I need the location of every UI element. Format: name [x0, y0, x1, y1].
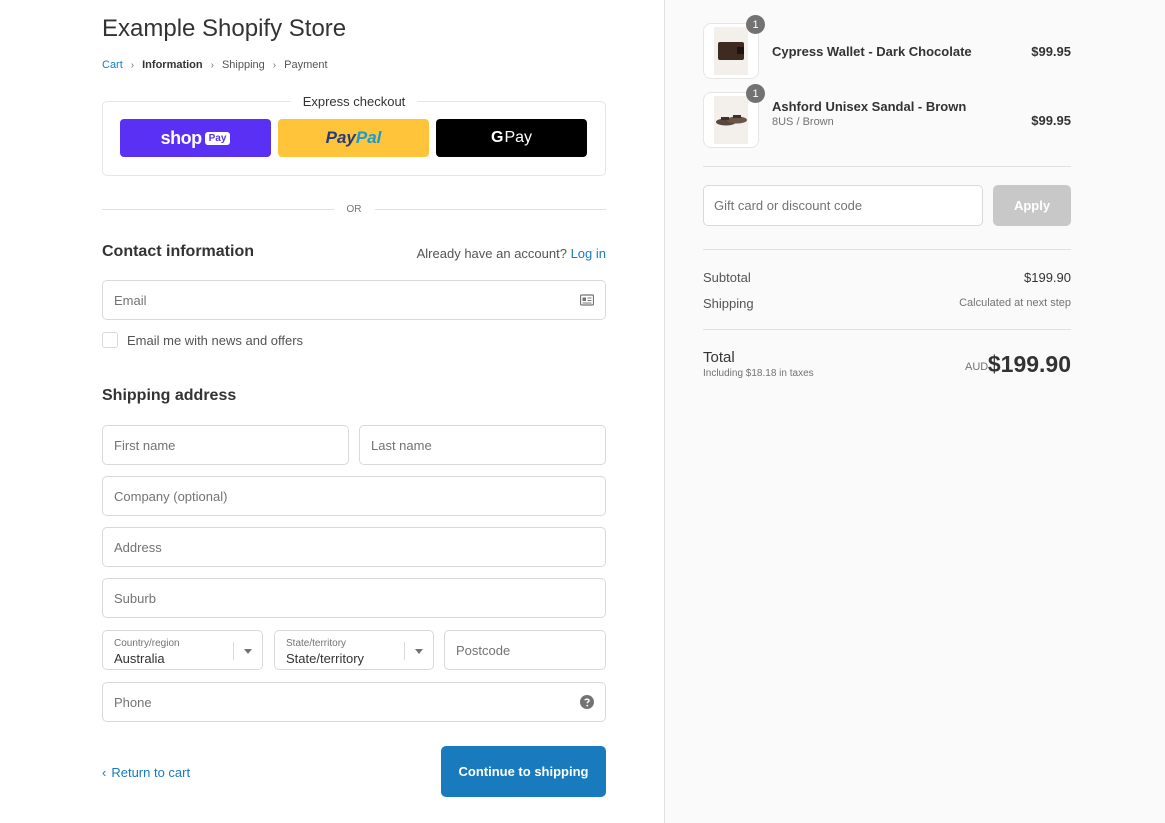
- address-input[interactable]: [103, 528, 605, 566]
- chevron-right-icon: ›: [210, 59, 214, 71]
- product-name: Ashford Unisex Sandal - Brown: [772, 99, 967, 114]
- postcode-field[interactable]: [444, 630, 606, 670]
- email-input[interactable]: [103, 281, 605, 319]
- state-select[interactable]: State/territory State/territory: [274, 630, 434, 670]
- product-name: Cypress Wallet - Dark Chocolate: [772, 44, 972, 59]
- email-field[interactable]: [102, 280, 606, 320]
- login-link[interactable]: Log in: [571, 246, 606, 261]
- product-variant: 8US / Brown: [772, 116, 834, 128]
- divider-line: [374, 208, 606, 210]
- store-title[interactable]: Example Shopify Store: [102, 15, 346, 43]
- contact-card-icon: [580, 294, 594, 306]
- last-name-field[interactable]: [359, 425, 606, 465]
- google-pay-button[interactable]: G Pay: [436, 119, 587, 157]
- suburb-input[interactable]: [103, 579, 605, 617]
- order-item: 1 Ashford Unisex Sandal - Brown 8US / Br…: [703, 84, 1071, 148]
- product-price: $99.95: [1031, 113, 1071, 128]
- account-prompt: Already have an account? Log in: [416, 246, 606, 261]
- breadcrumb-shipping: Shipping: [221, 59, 265, 71]
- state-label: State/territory: [286, 638, 347, 649]
- subtotal-value: $199.90: [1024, 270, 1071, 285]
- country-value: Australia: [114, 651, 165, 666]
- newsletter-checkbox-row[interactable]: Email me with news and offers: [102, 332, 303, 348]
- or-text: OR: [346, 203, 362, 215]
- shop-pay-tag: Pay: [204, 131, 231, 145]
- company-input[interactable]: [103, 477, 605, 515]
- help-question-icon[interactable]: [580, 695, 594, 709]
- company-field[interactable]: [102, 476, 606, 516]
- currency-code: AUD: [965, 361, 989, 373]
- shipping-label: Shipping: [703, 296, 754, 311]
- taxes-note: Including $18.18 in taxes: [703, 368, 814, 379]
- phone-input[interactable]: [103, 683, 605, 721]
- breadcrumb: Cart › Information › Shipping › Payment: [102, 59, 328, 71]
- select-divider: [233, 642, 234, 660]
- discount-code-input[interactable]: [704, 186, 982, 225]
- shipping-value: Calculated at next step: [959, 297, 1071, 309]
- total-amount: $199.90: [987, 351, 1071, 377]
- newsletter-checkbox[interactable]: [102, 332, 118, 348]
- caret-down-icon: [415, 649, 423, 654]
- caret-down-icon: [244, 649, 252, 654]
- breadcrumb-information: Information: [142, 59, 203, 71]
- address-field[interactable]: [102, 527, 606, 567]
- product-thumbnail: 1: [703, 15, 765, 79]
- suburb-field[interactable]: [102, 578, 606, 618]
- chevron-right-icon: ›: [272, 59, 277, 71]
- product-price: $99.95: [1031, 44, 1071, 59]
- shipping-heading: Shipping address: [102, 387, 237, 404]
- shop-pay-button[interactable]: shop Pay: [120, 119, 271, 157]
- last-name-input[interactable]: [360, 426, 605, 464]
- google-g-icon: G: [490, 129, 504, 146]
- first-name-input[interactable]: [103, 426, 348, 464]
- contact-heading: Contact information: [102, 243, 254, 260]
- subtotal-label: Subtotal: [703, 270, 751, 285]
- return-to-cart-link[interactable]: ‹ Return to cart: [102, 765, 190, 780]
- postcode-input[interactable]: [445, 631, 605, 669]
- paypal-logo: PayPal: [325, 128, 382, 147]
- or-divider: OR: [102, 202, 606, 216]
- select-divider: [404, 642, 405, 660]
- summary-divider: [703, 329, 1071, 330]
- breadcrumb-payment: Payment: [284, 59, 328, 71]
- order-item: 1 Cypress Wallet - Dark Chocolate $99.95: [703, 15, 1071, 79]
- country-select[interactable]: Country/region Australia: [102, 630, 263, 670]
- quantity-badge: 1: [746, 15, 765, 34]
- paypal-button[interactable]: PayPal: [278, 119, 429, 157]
- discount-code-field[interactable]: [703, 185, 983, 226]
- breadcrumb-cart[interactable]: Cart: [102, 59, 123, 71]
- product-thumbnail: 1: [703, 84, 765, 148]
- continue-to-shipping-button[interactable]: Continue to shipping: [441, 746, 606, 797]
- quantity-badge: 1: [746, 84, 765, 103]
- first-name-field[interactable]: [102, 425, 349, 465]
- summary-divider: [703, 166, 1071, 167]
- chevron-left-icon: ‹: [102, 765, 107, 780]
- newsletter-label: Email me with news and offers: [127, 332, 304, 348]
- state-value: State/territory: [286, 651, 365, 666]
- apply-discount-button[interactable]: Apply: [993, 185, 1071, 226]
- total-label: Total: [703, 349, 735, 366]
- phone-field[interactable]: [102, 682, 606, 722]
- google-pay-logo: G Pay: [490, 129, 533, 146]
- divider-line: [102, 208, 334, 210]
- chevron-right-icon: ›: [130, 59, 135, 71]
- country-label: Country/region: [114, 638, 180, 649]
- shop-pay-logo: shop: [160, 127, 203, 148]
- summary-divider: [703, 249, 1071, 250]
